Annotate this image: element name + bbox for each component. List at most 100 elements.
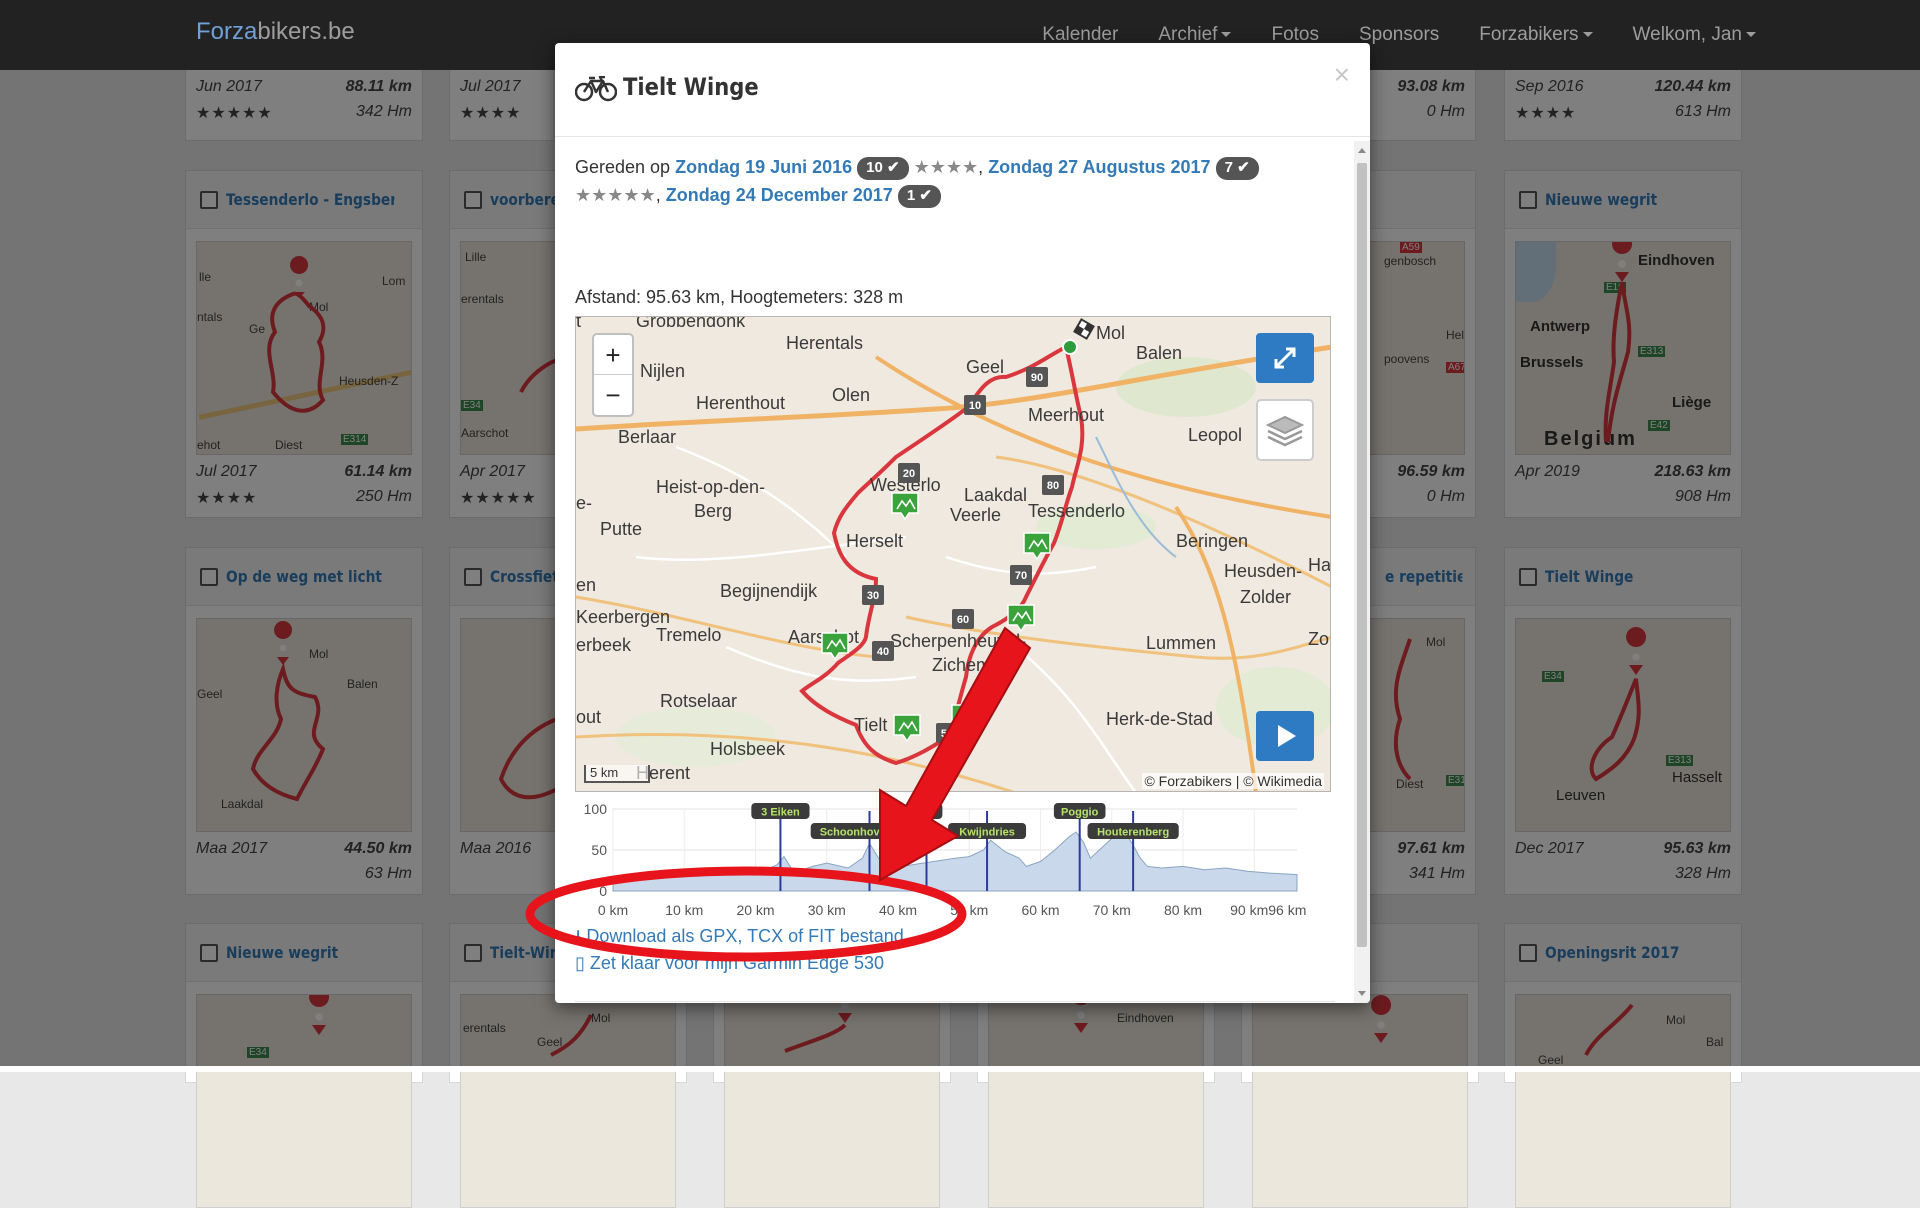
svg-text:30: 30: [867, 590, 879, 602]
y-tick-label: 0: [599, 883, 607, 899]
svg-text:80: 80: [1047, 480, 1059, 492]
route-map[interactable]: Grobbendonk Herentals Nijlen Herenthout …: [575, 316, 1331, 792]
km-marker: 60: [952, 609, 974, 629]
map-scale: 5 km: [584, 765, 650, 783]
bicycle-icon: [575, 76, 617, 102]
nav-user-menu[interactable]: Welkom, Jan: [1633, 24, 1756, 46]
climb-label: 3 Eiken: [761, 807, 800, 819]
km-marker: 30: [862, 585, 884, 605]
caret-down-icon: [1746, 32, 1756, 38]
x-tick-label: 20 km: [736, 902, 774, 918]
close-icon[interactable]: ×: [1334, 59, 1350, 91]
x-tick-label: 80 km: [1164, 902, 1202, 918]
map-attribution[interactable]: © Forzabikers | © Wikimedia: [1142, 773, 1324, 789]
km-marker: 90: [1026, 367, 1048, 387]
ridden-dates: Gereden op Zondag 19 Juni 2016 10 ✔ ★★★★…: [575, 153, 1335, 209]
climb-label: Kwijndries: [959, 827, 1015, 839]
nav-forzabikers-label: Forzabikers: [1479, 24, 1579, 45]
ride-count: 7: [1224, 159, 1233, 176]
km-marker: 80: [1042, 475, 1064, 495]
km-marker: 70: [1010, 565, 1032, 585]
km-marker: 50: [936, 723, 958, 743]
ride-count-badge: 7 ✔: [1215, 157, 1259, 180]
x-tick-label: 60 km: [1021, 902, 1059, 918]
expand-icon: [1274, 347, 1296, 369]
km-marker: 40: [872, 641, 894, 661]
page-bottom-strip: [0, 1066, 1920, 1072]
svg-text:10: 10: [969, 400, 981, 412]
climb-label: Schoonhovendreef: [820, 827, 920, 839]
svg-text:70: 70: [1015, 570, 1027, 582]
zoom-control: + −: [592, 333, 634, 417]
download-gpx-link[interactable]: ⭳ Download als GPX, TCX of FIT bestand: [575, 923, 904, 950]
modal-scrollbar[interactable]: [1354, 141, 1370, 1003]
ride-date-link[interactable]: Zondag 24 December 2017: [666, 185, 893, 205]
export-links: ⭳ Download als GPX, TCX of FIT bestand ▯…: [575, 923, 904, 977]
scroll-down-icon[interactable]: [1358, 991, 1366, 996]
x-tick-label: 90 km96 km: [1230, 902, 1306, 918]
modal-title: Tielt Winge: [623, 73, 759, 101]
elevation-profile[interactable]: 3 Eiken Schoonhovendreef Ble Kwijndries Pogg…: [575, 799, 1335, 919]
mobile-device-icon: ▯: [575, 953, 585, 973]
y-tick-label: 50: [591, 842, 607, 858]
climb-label: Poggio: [1061, 807, 1099, 819]
km-marker: 10: [964, 395, 986, 415]
garmin-send-label: Zet klaar voor mijn Garmin Edge 530: [589, 953, 885, 973]
modal-header: Tielt Winge ×: [555, 43, 1370, 137]
ridden-prefix: Gereden op: [575, 157, 671, 177]
check-icon: ✔: [887, 159, 900, 176]
x-tick-label: 30 km: [808, 902, 846, 918]
check-icon: ✔: [919, 187, 932, 204]
scroll-up-icon[interactable]: [1358, 148, 1366, 153]
check-icon: ✔: [1237, 159, 1250, 176]
footer-divider: [575, 1001, 1335, 1002]
nav-sponsors[interactable]: Sponsors: [1359, 24, 1439, 46]
km-marker: 20: [898, 463, 920, 483]
ride-stars: ★★★★★: [575, 185, 656, 205]
download-icon: ⭳: [575, 926, 582, 946]
svg-text:40: 40: [877, 646, 889, 658]
scrollbar-thumb[interactable]: [1357, 163, 1367, 947]
modal-body: Gereden op Zondag 19 Juni 2016 10 ✔ ★★★★…: [575, 153, 1335, 1002]
route-stats: Afstand: 95.63 km, Hoogtemeters: 328 m: [575, 287, 904, 307]
elevation-x-axis: 0 km 10 km 20 km 30 km 40 km 50 km 60 km…: [598, 902, 1307, 918]
svg-text:20: 20: [903, 468, 915, 480]
nav-user-label: Welkom, Jan: [1632, 24, 1742, 45]
layers-button[interactable]: [1256, 399, 1314, 461]
brand-part-2: bikers.be: [257, 18, 355, 45]
caret-down-icon: [1582, 32, 1593, 38]
ride-count-badge: 10 ✔: [857, 157, 909, 180]
climb-label: Ble: [918, 807, 935, 819]
fullscreen-button[interactable]: [1256, 333, 1314, 383]
x-tick-label: 40 km: [879, 902, 917, 918]
climb-label: Houterenberg: [1097, 827, 1169, 839]
layers-icon: [1265, 415, 1305, 447]
nav-forzabikers[interactable]: Forzabikers: [1479, 24, 1593, 46]
ride-date-link[interactable]: Zondag 19 Juni 2016: [675, 157, 852, 177]
x-tick-label: 0 km: [598, 902, 628, 918]
garmin-send-link[interactable]: ▯ Zet klaar voor mijn Garmin Edge 530: [575, 950, 904, 977]
x-tick-label: 10 km: [665, 902, 703, 918]
ride-count-badge: 1 ✔: [897, 185, 941, 208]
x-tick-label: 70 km: [1093, 902, 1131, 918]
elevation-y-axis: 100 50 0: [584, 801, 608, 899]
ride-count: 10: [866, 159, 883, 176]
play-button[interactable]: [1256, 711, 1314, 761]
ride-stars: ★★★★: [913, 157, 979, 177]
ride-date-link[interactable]: Zondag 27 Augustus 2017: [988, 157, 1210, 177]
km-markers: 10 20 30 40 50 60 70 80 90: [821, 367, 1064, 743]
ride-count: 1: [906, 187, 916, 204]
zoom-in-button[interactable]: +: [594, 335, 632, 375]
zoom-out-button[interactable]: −: [594, 375, 632, 415]
svg-text:60: 60: [957, 614, 969, 626]
svg-text:50: 50: [941, 728, 953, 740]
route-detail-modal: Tielt Winge × Gereden op Zondag 19 Juni …: [555, 43, 1370, 1003]
elevation-area: [612, 831, 1298, 892]
play-icon: [1278, 725, 1296, 747]
download-gpx-label: Download als GPX, TCX of FIT bestand: [586, 926, 904, 946]
brand-part-1: Forza: [196, 18, 258, 45]
brand-logo[interactable]: Forzabikers.be: [196, 18, 355, 46]
y-tick-label: 100: [584, 801, 608, 817]
nav-archief-label: Archief: [1158, 24, 1218, 45]
caret-down-icon: [1221, 32, 1232, 38]
